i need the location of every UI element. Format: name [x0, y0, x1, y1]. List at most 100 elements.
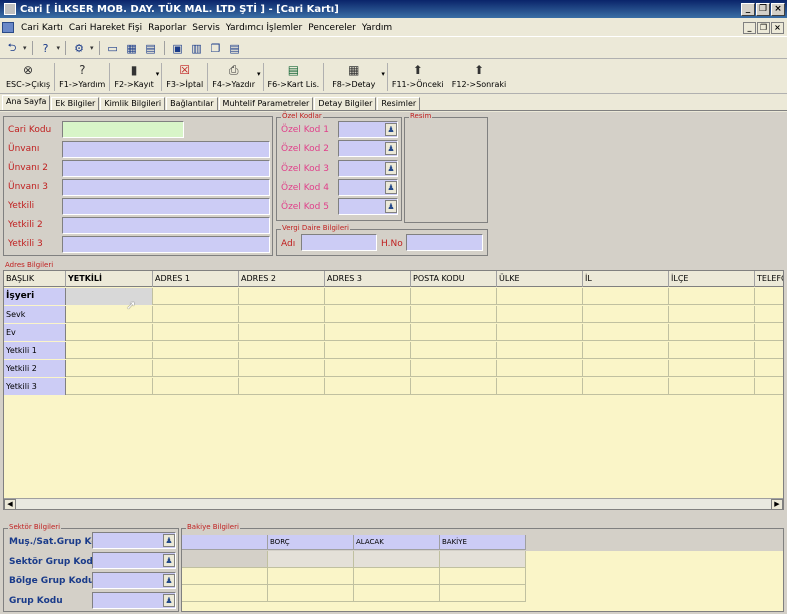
yetkili-2-field[interactable] [62, 217, 270, 234]
menu-pencereler[interactable]: Pencereler [305, 23, 359, 33]
mus-sat-grup-kodu-lookup-icon[interactable]: ♟ [163, 534, 175, 547]
tab-ek-bilgiler[interactable]: Ek Bilgiler [51, 97, 100, 110]
card-list-button[interactable]: ▤ F6->Kart Lis. [264, 60, 324, 93]
action-toolbar: ⊗ ESC->Çıkış ? F1->Yardım ▮ F2->Kayıt ▾ … [0, 60, 787, 94]
previous-button[interactable]: ⬆ F11->Önceki [388, 60, 448, 93]
child-restore-button[interactable]: ❐ [757, 21, 770, 34]
scroll-right-icon[interactable]: ▶ [771, 499, 783, 509]
col-adres-2[interactable]: ADRES 2 [239, 271, 325, 287]
restore-button[interactable]: ❐ [756, 2, 770, 16]
col-ilce[interactable]: İLÇE [669, 271, 755, 287]
notes-icon[interactable]: ▥ [189, 40, 205, 56]
row-yetkili-3[interactable]: Yetkili 3 [4, 378, 66, 395]
yetkili-3-field[interactable] [62, 236, 270, 253]
bakiye-row [182, 585, 526, 602]
menu-cari-karti[interactable]: Cari Kartı [18, 23, 66, 33]
sektor-grup-kodu-lookup-icon[interactable]: ♟ [163, 554, 175, 567]
vergi-hno-label: H.No [381, 239, 403, 249]
tile-icon[interactable]: ▦ [124, 40, 140, 56]
bolge-grup-kodu-lookup-icon[interactable]: ♟ [163, 574, 175, 587]
unvani-2-label: Ünvanı 2 [8, 163, 48, 173]
child-close-button[interactable]: × [771, 21, 784, 34]
row-sevk[interactable]: Sevk [4, 306, 66, 323]
adres-grid[interactable]: BAŞLIK YETKİLİ ADRES 1 ADRES 2 ADRES 3 P… [3, 270, 784, 510]
col-adres-3[interactable]: ADRES 3 [325, 271, 411, 287]
table-row[interactable]: Sevk [4, 306, 783, 323]
menu-raporlar[interactable]: Raporlar [145, 23, 189, 33]
ozel-kod-4-lookup-icon[interactable]: ♟ [385, 181, 397, 194]
ozel-kod-5-lookup-icon[interactable]: ♟ [385, 200, 397, 213]
grid-icon[interactable]: ▤ [143, 40, 159, 56]
tab-baglantilar[interactable]: Bağlantılar [166, 97, 218, 110]
col-posta-kodu[interactable]: POSTA KODU [411, 271, 497, 287]
list-icon[interactable]: ▤ [227, 40, 243, 56]
window-icon[interactable]: ▭ [105, 40, 121, 56]
cancel-button[interactable]: ☒ F3->İptal [162, 60, 207, 93]
tab-kimlik-bilgileri[interactable]: Kimlik Bilgileri [100, 97, 166, 110]
tools-icon[interactable]: ⚙ [71, 40, 87, 56]
ozel-kod-1-label: Özel Kod 1 [281, 125, 329, 135]
tab-ana-sayfa[interactable]: Ana Sayfa [2, 95, 51, 110]
card-list-icon: ▤ [287, 63, 300, 77]
table-row[interactable]: Yetkili 1 [4, 342, 783, 359]
row-ev[interactable]: Ev [4, 324, 66, 341]
save-button[interactable]: ▮ F2->Kayıt [110, 60, 157, 93]
ozel-kod-1-lookup-icon[interactable]: ♟ [385, 123, 397, 136]
child-minimize-button[interactable]: _ [743, 21, 756, 34]
save-dropdown-arrow[interactable]: ▾ [156, 70, 160, 78]
back-icon[interactable]: ⮌ [4, 40, 20, 56]
vergi-hno-field[interactable] [406, 234, 483, 251]
help-button[interactable]: ? F1->Yardım [55, 60, 109, 93]
row-yetkili-1[interactable]: Yetkili 1 [4, 342, 66, 359]
vergi-legend: Vergi Daire Bilgileri [281, 224, 350, 232]
row-yetkili-2[interactable]: Yetkili 2 [4, 360, 66, 377]
menu-yardimci-islemler[interactable]: Yardımcı İşlemler [223, 23, 306, 33]
adres-horizontal-scrollbar[interactable]: ◀ ▶ [4, 498, 783, 509]
unvani-2-field[interactable] [62, 160, 270, 177]
yetkili-field[interactable] [62, 198, 270, 215]
scroll-left-icon[interactable]: ◀ [4, 499, 16, 509]
unvani-field[interactable] [62, 141, 270, 158]
print-button[interactable]: ⎙ F4->Yazdır [208, 60, 259, 93]
col-adres-1[interactable]: ADRES 1 [153, 271, 239, 287]
save-icon: ▮ [130, 63, 138, 77]
bakiye-col-alacak: ALACAK [354, 535, 440, 550]
unvani-3-label: Ünvanı 3 [8, 182, 48, 192]
col-yetkili[interactable]: YETKİLİ [66, 271, 153, 287]
tab-resimler[interactable]: Resimler [377, 97, 421, 110]
col-ulke[interactable]: ÜLKE [497, 271, 583, 287]
exit-button[interactable]: ⊗ ESC->Çıkış [2, 60, 54, 93]
table-row[interactable]: İşyeri [4, 288, 783, 305]
row-isyeri[interactable]: İşyeri [4, 288, 66, 305]
grup-kodu-lookup-icon[interactable]: ♟ [163, 594, 175, 607]
detail-button[interactable]: ▦ F8->Detay [324, 60, 383, 93]
help-icon[interactable]: ? [38, 40, 54, 56]
ozel-kod-3-label: Özel Kod 3 [281, 164, 329, 174]
col-il[interactable]: İL [583, 271, 669, 287]
menu-yardim[interactable]: Yardım [359, 23, 395, 33]
table-row[interactable]: Yetkili 3 [4, 378, 783, 395]
cancel-icon: ☒ [179, 63, 191, 77]
detail-dropdown-arrow[interactable]: ▾ [381, 70, 385, 78]
table-row[interactable]: Yetkili 2 [4, 360, 783, 377]
tab-detay-bilgiler[interactable]: Detay Bilgiler [314, 97, 377, 110]
tab-muhtelif-parametreler[interactable]: Muhtelif Parametreler [218, 97, 314, 110]
close-button[interactable]: × [771, 2, 785, 16]
col-baslik[interactable]: BAŞLIK [4, 271, 66, 287]
col-telefon[interactable]: TELEFO [755, 271, 783, 287]
table-row[interactable]: Ev [4, 324, 783, 341]
print-dropdown-arrow[interactable]: ▾ [257, 70, 261, 78]
unvani-3-field[interactable] [62, 179, 270, 196]
vergi-adi-field[interactable] [301, 234, 377, 251]
next-button[interactable]: ⬆ F12->Sonraki [448, 60, 510, 93]
cari-kodu-field[interactable] [62, 121, 184, 138]
vergi-adi-label: Adı [281, 239, 296, 249]
minimize-button[interactable]: _ [741, 2, 755, 16]
menu-cari-hareket-fisi[interactable]: Cari Hareket Fişi [66, 23, 145, 33]
menu-servis[interactable]: Servis [189, 23, 222, 33]
calculator-icon[interactable]: ▣ [170, 40, 186, 56]
bakiye-row [182, 551, 526, 568]
ozel-kod-3-lookup-icon[interactable]: ♟ [385, 162, 397, 175]
ozel-kod-2-lookup-icon[interactable]: ♟ [385, 142, 397, 155]
cascade-icon[interactable]: ❐ [208, 40, 224, 56]
